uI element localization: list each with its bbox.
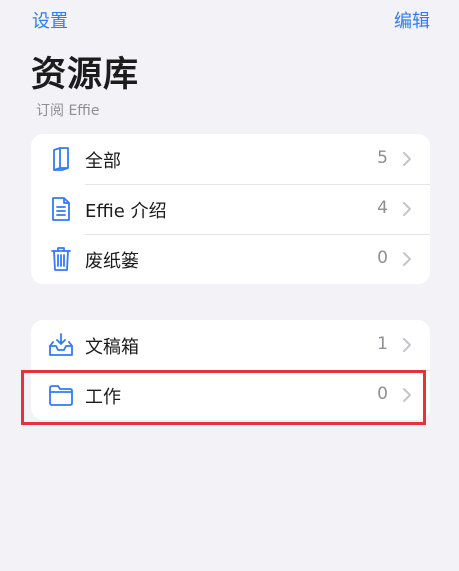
item-count: 0 (377, 248, 388, 268)
item-count: 0 (377, 384, 388, 404)
list-item-drafts[interactable]: 文稿箱 1 (31, 320, 430, 370)
trash-icon (47, 246, 75, 272)
chevron-right-icon (402, 201, 412, 217)
item-count: 1 (377, 334, 388, 354)
list-item-label: 全部 (85, 151, 121, 172)
folders-group: 文稿箱 1 工作 0 (31, 320, 430, 420)
list-item-label: 文稿箱 (85, 337, 139, 358)
subscription-subtitle: 订阅 Effie (36, 103, 100, 119)
library-group: 全部 5 Effie 介绍 4 废纸篓 0 (31, 134, 430, 284)
navigation-bar: 设置 编辑 (0, 0, 459, 40)
settings-back-button[interactable]: 设置 (32, 7, 68, 33)
folder-icon (47, 382, 75, 408)
list-item-work[interactable]: 工作 0 (31, 370, 430, 420)
list-item-label: Effie 介绍 (85, 201, 167, 222)
list-item-trash[interactable]: 废纸篓 0 (31, 234, 430, 284)
list-item-label: 工作 (85, 387, 121, 408)
chevron-right-icon (402, 251, 412, 267)
inbox-tray-icon (47, 332, 75, 358)
document-icon (47, 196, 75, 222)
edit-button[interactable]: 编辑 (394, 7, 430, 33)
book-icon (47, 146, 75, 172)
chevron-right-icon (402, 387, 412, 403)
chevron-right-icon (402, 151, 412, 167)
list-item-effie-intro[interactable]: Effie 介绍 4 (31, 184, 430, 234)
chevron-right-icon (402, 337, 412, 353)
list-item-all[interactable]: 全部 5 (31, 134, 430, 184)
list-item-label: 废纸篓 (85, 251, 139, 272)
item-count: 5 (377, 148, 388, 168)
item-count: 4 (377, 198, 388, 218)
page-title: 资源库 (31, 55, 140, 95)
